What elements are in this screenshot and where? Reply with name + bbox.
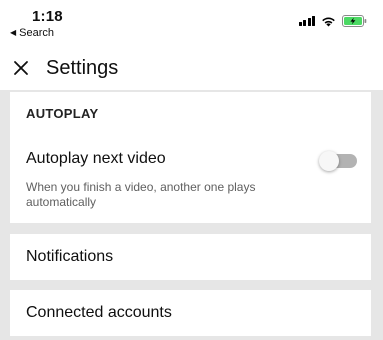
notifications-item[interactable]: Notifications (10, 234, 371, 280)
back-label: Search (19, 27, 55, 39)
section-heading-autoplay: AUTOPLAY (26, 106, 99, 121)
status-icons (298, 15, 368, 27)
wifi-icon (321, 16, 336, 27)
close-icon (14, 61, 28, 75)
autoplay-section: AUTOPLAY Autoplay next video When you fi… (10, 92, 371, 223)
autoplay-next-video-row[interactable]: Autoplay next video When you finish a vi… (10, 140, 371, 220)
toggle-thumb (319, 151, 339, 171)
app-header: Settings (0, 46, 383, 90)
back-to-search-link[interactable]: ◀ Search (10, 27, 54, 39)
battery-charging-icon (342, 15, 367, 27)
notifications-label: Notifications (26, 248, 114, 265)
triangle-left-icon: ◀ (10, 28, 17, 37)
status-bar: 1:18 ◀ Search (0, 0, 383, 46)
autoplay-toggle[interactable] (319, 151, 357, 171)
autoplay-next-video-label: Autoplay next video (26, 150, 166, 167)
close-button[interactable] (1, 48, 41, 88)
cellular-signal-icon (298, 16, 315, 26)
status-time: 1:18 (32, 8, 63, 25)
connected-accounts-label: Connected accounts (26, 304, 172, 321)
settings-content: AUTOPLAY Autoplay next video When you fi… (0, 90, 383, 340)
autoplay-description: When you finish a video, another one pla… (26, 180, 256, 209)
page-title: Settings (46, 56, 119, 79)
connected-accounts-item[interactable]: Connected accounts (10, 290, 371, 336)
